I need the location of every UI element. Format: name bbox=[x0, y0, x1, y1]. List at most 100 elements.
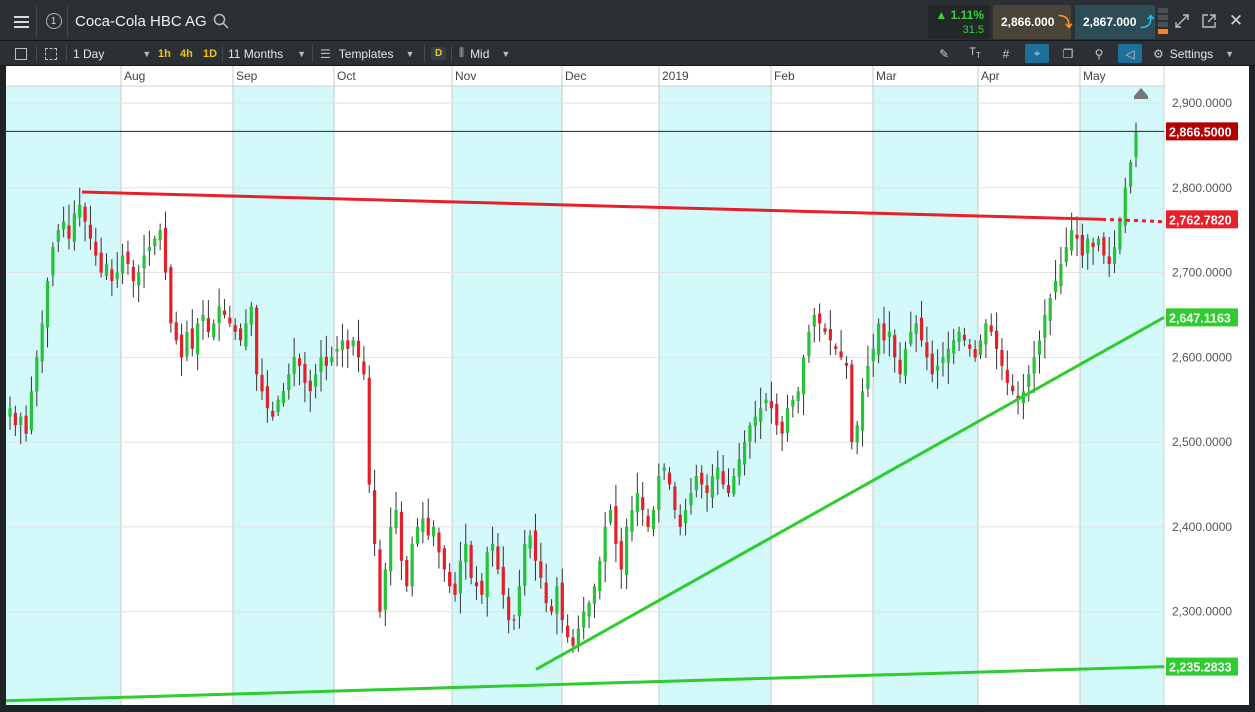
candle-body bbox=[1086, 238, 1090, 254]
panel-icon bbox=[15, 47, 27, 60]
candle-body bbox=[67, 225, 71, 239]
candle-body bbox=[8, 408, 12, 417]
candle-body bbox=[399, 511, 404, 561]
candle-body bbox=[941, 357, 945, 363]
menu-button[interactable] bbox=[5, 5, 37, 37]
candle-body bbox=[737, 459, 741, 477]
candle-body bbox=[99, 252, 103, 273]
draw-line-button[interactable]: ✎ bbox=[932, 44, 956, 63]
candle-body bbox=[88, 224, 93, 239]
instrument-title[interactable]: Coca-Cola HBC AG bbox=[75, 13, 207, 30]
support-price-tag: 2,647.1163 bbox=[1169, 311, 1231, 325]
candle-body bbox=[378, 549, 382, 612]
layout-icon bbox=[45, 47, 57, 60]
candle-body bbox=[281, 391, 286, 404]
candle-body bbox=[276, 399, 280, 413]
buy-button[interactable]: 2,867.000 ⤴ bbox=[1075, 5, 1155, 39]
candle-body bbox=[780, 421, 784, 434]
candle-body bbox=[818, 313, 822, 324]
price-tag-button[interactable]: ◁ bbox=[1118, 44, 1142, 63]
long-support-trendline bbox=[6, 665, 1165, 703]
interval-4h[interactable]: 4h bbox=[180, 44, 193, 63]
resistance-price-tag: 2,762.7820 bbox=[1169, 213, 1232, 227]
candle-body bbox=[512, 619, 516, 621]
candle-body bbox=[442, 548, 446, 570]
candle-body bbox=[641, 497, 645, 510]
interval-dropdown[interactable]: 1 Day ▼ bbox=[73, 44, 153, 63]
candle-body bbox=[946, 348, 950, 363]
candle-body bbox=[244, 323, 248, 347]
candle-body bbox=[1027, 374, 1031, 387]
candle-body bbox=[260, 374, 264, 392]
candle-body bbox=[667, 472, 672, 485]
market-depth-indicator bbox=[1158, 8, 1168, 38]
change-percent: ▲ 1.11% bbox=[935, 8, 984, 22]
y-tick-label: 2,400.0000 bbox=[1172, 520, 1232, 534]
info-button[interactable]: 1 bbox=[40, 5, 68, 37]
panel-toggle-button[interactable] bbox=[15, 44, 27, 63]
candle-body bbox=[147, 247, 152, 252]
candle-body bbox=[217, 306, 221, 323]
candle-body bbox=[153, 238, 157, 247]
close-button[interactable]: ✕ bbox=[1226, 11, 1246, 31]
candle-body bbox=[726, 485, 731, 494]
candle-body bbox=[346, 340, 350, 349]
candle-body bbox=[394, 509, 398, 529]
sell-button[interactable]: 2,866.000 ⤵ bbox=[993, 5, 1073, 39]
candle-body bbox=[437, 532, 441, 553]
search-button[interactable] bbox=[212, 12, 230, 30]
candle-body bbox=[657, 476, 661, 511]
candle-body bbox=[362, 361, 366, 375]
price-chart[interactable]: 2,900.0000 2,800.0000 2,700.0000 2,600.0000… bbox=[6, 66, 1249, 705]
text-tool-button[interactable]: TT bbox=[963, 44, 987, 63]
templates-dropdown[interactable]: ☰ Templates ▼ bbox=[320, 44, 414, 63]
sell-arrow-icon: ⤵ bbox=[1058, 14, 1073, 30]
layout-button[interactable] bbox=[45, 44, 57, 63]
popout-button[interactable] bbox=[1200, 12, 1218, 30]
range-dropdown[interactable]: 11 Months ▼ bbox=[228, 44, 306, 63]
candle-body bbox=[163, 227, 168, 273]
candle-body bbox=[464, 543, 468, 563]
position-button[interactable]: ⚲ bbox=[1087, 44, 1111, 63]
candle-body bbox=[469, 544, 473, 578]
expand-icon bbox=[1175, 14, 1189, 28]
candle-body bbox=[297, 358, 302, 366]
chart-canvas[interactable]: 2,900.0000 2,800.0000 2,700.0000 2,600.0000… bbox=[6, 66, 1249, 705]
candle-body bbox=[834, 346, 838, 349]
pencil-icon: ✎ bbox=[938, 46, 950, 61]
x-tick-label: Dec bbox=[565, 69, 586, 83]
candle-body bbox=[405, 560, 409, 587]
candle-body bbox=[973, 349, 977, 358]
candle-body bbox=[978, 340, 983, 356]
candle-body bbox=[887, 331, 891, 338]
price-type-dropdown[interactable]: ⫼ Mid ▼ bbox=[459, 44, 510, 63]
templates-label: Templates bbox=[338, 46, 394, 61]
chart-type-button[interactable]: D bbox=[431, 44, 447, 63]
settings-button[interactable]: ⚙ Settings ▼ bbox=[1153, 44, 1234, 63]
candle-body bbox=[828, 328, 832, 341]
candle-body bbox=[576, 628, 580, 646]
number-one-icon: 1 bbox=[45, 13, 62, 29]
candle-body bbox=[351, 340, 355, 347]
candle-body bbox=[1134, 131, 1138, 158]
candle-body bbox=[549, 606, 554, 612]
candle-body bbox=[957, 331, 961, 342]
x-tick-label: Aug bbox=[124, 69, 145, 83]
candle-body bbox=[292, 357, 296, 374]
interval-1d[interactable]: 1D bbox=[203, 44, 217, 63]
candle-body bbox=[732, 476, 736, 495]
candle-body bbox=[646, 515, 650, 527]
interval-1h[interactable]: 1h bbox=[158, 44, 171, 63]
candle-body bbox=[1005, 370, 1009, 383]
candle-body bbox=[431, 526, 436, 537]
grid-toggle-button[interactable]: # bbox=[994, 44, 1018, 63]
copy-button[interactable]: ❐ bbox=[1056, 44, 1080, 63]
candle-body bbox=[126, 251, 130, 265]
candle-body bbox=[866, 365, 870, 389]
crosshair-button[interactable]: ⌖ bbox=[1025, 44, 1049, 63]
candle-body bbox=[1053, 281, 1058, 293]
expand-button[interactable] bbox=[1173, 12, 1191, 30]
y-tick-label: 2,500.0000 bbox=[1172, 435, 1232, 449]
candle-body bbox=[893, 335, 897, 358]
candle-body bbox=[265, 386, 269, 409]
